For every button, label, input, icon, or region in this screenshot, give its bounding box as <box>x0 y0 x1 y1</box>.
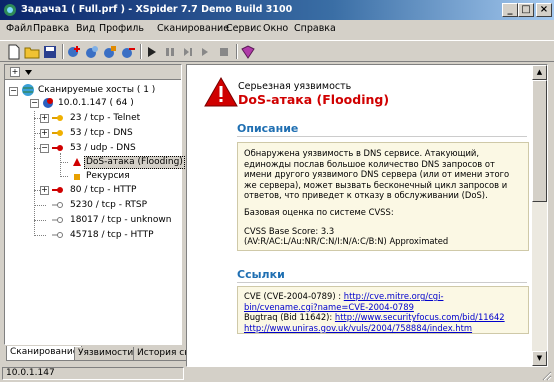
divider <box>237 136 527 137</box>
pause-icon[interactable] <box>162 44 178 60</box>
close-button[interactable]: × <box>536 3 552 17</box>
new-file-icon[interactable] <box>6 44 22 60</box>
bugtraq-link[interactable]: http://www.securityfocus.com/bid/11642 <box>335 312 505 322</box>
description-box: Обнаружена уязвимость в DNS сервисе. Ата… <box>237 142 529 251</box>
scroll-up-button[interactable]: ▲ <box>532 65 547 80</box>
dropdown-arrow-icon[interactable] <box>25 69 32 76</box>
tree-service-unknown[interactable]: 18017 / tcp - unknown <box>70 215 171 226</box>
cvss-vector: (AV:R/AC:L/Au:NR/C:N/I:N/A:C/B:N) Approx… <box>244 236 449 247</box>
collapse-root-button[interactable]: − <box>9 87 18 96</box>
cvss-score: CVSS Base Score: 3.3 <box>244 225 335 236</box>
warning-triangle-icon <box>204 77 238 107</box>
service-warning-icon <box>52 115 63 121</box>
description-line: Обнаружена уязвимость в DNS сервисе. Ата… <box>244 148 480 158</box>
vulnerability-title: DoS-атака (Flooding) <box>238 92 390 107</box>
uniras-link[interactable]: http://www.uniras.gov.uk/vuls/2004/75888… <box>244 323 472 333</box>
menu-bar: Файл Правка Вид Профиль Сканирование Сер… <box>0 20 554 38</box>
edit-host-icon[interactable] <box>102 44 118 60</box>
toolbar <box>0 40 554 62</box>
description-line: имени другого уязвимого DNS сервера (или… <box>244 169 510 180</box>
description-line: ответов, что приведет к отказу в обслужи… <box>244 190 488 201</box>
title-bar: Задача1 ( Full.prf ) - XSpider 7.7 Demo … <box>0 0 554 20</box>
status-ip: 10.0.1.147 <box>2 367 184 380</box>
description-line: единожды послав большое количество DNS з… <box>244 158 495 169</box>
cve-link-cont[interactable]: bin/cvename.cgi?name=CVE-2004-0789 <box>244 302 414 312</box>
save-icon[interactable] <box>42 44 58 60</box>
expand-http-button[interactable]: + <box>40 186 49 195</box>
collapse-host-button[interactable]: − <box>30 99 39 108</box>
collapse-dns-udp-button[interactable]: − <box>40 144 49 153</box>
maximize-button[interactable]: □ <box>518 3 534 17</box>
details-panel: Серьезная уязвимость DoS-атака (Flooding… <box>186 64 548 367</box>
tab-vulnerabilities[interactable]: Уязвимости <box>74 347 138 361</box>
description-line: же сервера), может вызвать бесконечный ц… <box>244 179 508 190</box>
minimize-button[interactable]: _ <box>502 3 518 17</box>
divider <box>237 282 527 283</box>
cve-link[interactable]: http://cve.mitre.org/cgi- <box>344 291 444 301</box>
menu-profile[interactable]: Профиль <box>99 23 144 34</box>
report-icon[interactable] <box>240 44 256 60</box>
vulnerability-info-icon <box>74 174 80 180</box>
service-danger-icon <box>52 145 63 151</box>
menu-service[interactable]: Сервис <box>226 23 262 34</box>
network-globe-icon <box>22 84 34 96</box>
service-warning-icon <box>52 130 63 136</box>
menu-file[interactable]: Файл <box>6 23 32 34</box>
menu-edit[interactable]: Правка <box>33 23 69 34</box>
description-heading: Описание <box>237 122 299 135</box>
expand-dns-tcp-button[interactable]: + <box>40 129 49 138</box>
vulnerability-danger-icon <box>73 158 81 166</box>
add-range-icon[interactable] <box>84 44 100 60</box>
vertical-scrollbar[interactable]: ▲ ▼ <box>532 65 547 366</box>
service-ok-icon <box>52 232 63 238</box>
menu-help[interactable]: Справка <box>294 23 336 34</box>
tree-service-rtsp[interactable]: 5230 / tcp - RTSP <box>70 200 147 211</box>
menu-scan[interactable]: Сканирование <box>157 23 229 34</box>
bugtraq-link-prefix: Bugtraq (Bid 11642): <box>244 312 335 323</box>
tree-service-http-alt[interactable]: 45718 / tcp - HTTP <box>70 230 154 241</box>
app-icon <box>4 4 16 16</box>
tree-vuln-recursion[interactable]: Рекурсия <box>86 171 130 182</box>
stop-icon[interactable] <box>216 44 232 60</box>
expand-all-button[interactable]: + <box>10 67 20 77</box>
start-scan-icon[interactable] <box>144 44 160 60</box>
scroll-thumb[interactable] <box>532 80 547 202</box>
step-icon[interactable] <box>180 44 196 60</box>
menu-view[interactable]: Вид <box>76 23 95 34</box>
tree-root-label[interactable]: Сканируемые хосты ( 1 ) <box>38 85 155 96</box>
host-computer-icon <box>43 98 53 108</box>
links-heading: Ссылки <box>237 268 285 281</box>
links-box: CVE (CVE-2004-0789) : http://cve.mitre.o… <box>237 286 529 334</box>
tree-service-dns-tcp[interactable]: 53 / tcp - DNS <box>70 128 133 139</box>
service-ok-icon <box>52 217 63 223</box>
service-danger-icon <box>52 187 63 193</box>
skip-icon[interactable] <box>198 44 214 60</box>
severity-label: Серьезная уязвимость <box>238 81 352 92</box>
tree-service-dns-udp[interactable]: 53 / udp - DNS <box>70 143 136 154</box>
scroll-down-button[interactable]: ▼ <box>532 351 547 366</box>
tree-header: + <box>5 65 181 80</box>
expand-telnet-button[interactable]: + <box>40 114 49 123</box>
remove-host-icon[interactable] <box>120 44 136 60</box>
open-folder-icon[interactable] <box>24 44 40 60</box>
window-title: Задача1 ( Full.prf ) - XSpider 7.7 Demo … <box>21 4 293 15</box>
cvss-label: Базовая оценка по системе CVSS: <box>244 206 394 217</box>
status-bar: 10.0.1.147 <box>0 365 554 382</box>
tab-scanning[interactable]: Сканирование <box>6 346 83 361</box>
tree-service-http[interactable]: 80 / tcp - HTTP <box>70 185 136 196</box>
add-host-icon[interactable] <box>66 44 82 60</box>
tree-vuln-dos[interactable]: DoS-атака (Flooding) <box>84 156 185 169</box>
tree-service-telnet[interactable]: 23 / tcp - Telnet <box>70 113 140 124</box>
service-ok-icon <box>52 202 63 208</box>
cve-link-prefix: CVE (CVE-2004-0789) : <box>244 291 344 301</box>
resize-grip-icon[interactable] <box>540 369 552 381</box>
tree-host-label[interactable]: 10.0.1.147 ( 64 ) <box>58 98 134 109</box>
menu-window[interactable]: Окно <box>263 23 288 34</box>
